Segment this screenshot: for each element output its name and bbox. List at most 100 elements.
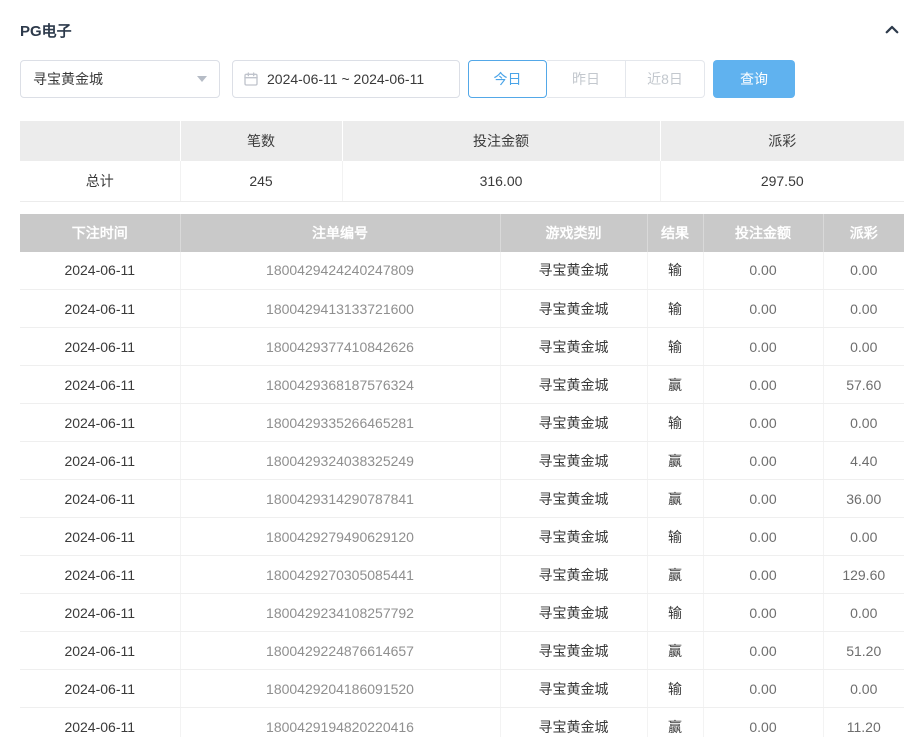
bet-ticket-cell: 1800429324038325249 xyxy=(180,442,500,480)
table-row: 2024-06-11 1800429335266465281 寻宝黄金城 输 0… xyxy=(20,404,904,442)
bet-result-cell: 输 xyxy=(647,404,703,442)
bet-amount-cell: 0.00 xyxy=(703,594,823,632)
bet-result-cell: 输 xyxy=(647,518,703,556)
page-title: PG电子 xyxy=(20,20,72,41)
bet-game-cell: 寻宝黄金城 xyxy=(500,708,647,737)
bet-date-cell: 2024-06-11 xyxy=(20,252,180,290)
bet-amount-cell: 0.00 xyxy=(703,556,823,594)
bet-result-cell: 赢 xyxy=(647,480,703,518)
bet-ticket-cell: 1800429424240247809 xyxy=(180,252,500,290)
range-button-today[interactable]: 今日 xyxy=(468,60,547,98)
bet-amount-cell: 0.00 xyxy=(703,708,823,737)
chevron-up-icon xyxy=(883,21,901,39)
bet-date-cell: 2024-06-11 xyxy=(20,442,180,480)
table-row: 2024-06-11 1800429413133721600 寻宝黄金城 输 0… xyxy=(20,290,904,328)
bet-date-cell: 2024-06-11 xyxy=(20,518,180,556)
bet-payout-cell: 0.00 xyxy=(823,328,904,366)
bet-payout-cell: 0.00 xyxy=(823,670,904,708)
summary-total-payout: 297.50 xyxy=(660,161,904,201)
bet-payout-cell: 129.60 xyxy=(823,556,904,594)
bet-payout-cell: 51.20 xyxy=(823,632,904,670)
quick-range-group: 今日 昨日 近8日 xyxy=(468,60,705,98)
bet-payout-cell: 0.00 xyxy=(823,594,904,632)
range-button-yesterday[interactable]: 昨日 xyxy=(547,60,626,98)
bet-result-cell: 赢 xyxy=(647,632,703,670)
bet-date-cell: 2024-06-11 xyxy=(20,328,180,366)
bet-game-cell: 寻宝黄金城 xyxy=(500,252,647,290)
summary-header-row: 笔数 投注金额 派彩 xyxy=(20,121,904,161)
bet-ticket-cell: 1800429413133721600 xyxy=(180,290,500,328)
bet-payout-cell: 0.00 xyxy=(823,518,904,556)
panel-header: PG电子 xyxy=(20,18,904,42)
bet-game-cell: 寻宝黄金城 xyxy=(500,290,647,328)
bet-header-bet-amount: 投注金额 xyxy=(703,214,823,252)
bet-result-cell: 输 xyxy=(647,252,703,290)
bet-payout-cell: 36.00 xyxy=(823,480,904,518)
table-row: 2024-06-11 1800429224876614657 寻宝黄金城 赢 0… xyxy=(20,632,904,670)
bet-date-cell: 2024-06-11 xyxy=(20,594,180,632)
bet-header-payout: 派彩 xyxy=(823,214,904,252)
bet-result-cell: 赢 xyxy=(647,708,703,737)
summary-header-empty xyxy=(20,121,180,161)
bet-result-cell: 输 xyxy=(647,594,703,632)
bet-amount-cell: 0.00 xyxy=(703,480,823,518)
summary-header-payout: 派彩 xyxy=(660,121,904,161)
bet-date-cell: 2024-06-11 xyxy=(20,708,180,737)
bet-amount-cell: 0.00 xyxy=(703,518,823,556)
bet-ticket-cell: 1800429368187576324 xyxy=(180,366,500,404)
bet-payout-cell: 0.00 xyxy=(823,404,904,442)
bet-payout-cell: 4.40 xyxy=(823,442,904,480)
bet-header-ticket: 注单编号 xyxy=(180,214,500,252)
range-button-last8days[interactable]: 近8日 xyxy=(626,60,705,98)
bet-game-cell: 寻宝黄金城 xyxy=(500,670,647,708)
bet-result-cell: 输 xyxy=(647,290,703,328)
bet-ticket-cell: 1800429314290787841 xyxy=(180,480,500,518)
bet-date-cell: 2024-06-11 xyxy=(20,290,180,328)
bet-header-time: 下注时间 xyxy=(20,214,180,252)
bet-game-cell: 寻宝黄金城 xyxy=(500,518,647,556)
bet-date-cell: 2024-06-11 xyxy=(20,404,180,442)
summary-table: 笔数 投注金额 派彩 总计 245 316.00 297.50 xyxy=(20,121,904,202)
bet-payout-cell: 0.00 xyxy=(823,290,904,328)
bet-amount-cell: 0.00 xyxy=(703,670,823,708)
bet-payout-cell: 11.20 xyxy=(823,708,904,737)
bet-ticket-cell: 1800429234108257792 xyxy=(180,594,500,632)
table-row: 2024-06-11 1800429194820220416 寻宝黄金城 赢 0… xyxy=(20,708,904,737)
bet-date-cell: 2024-06-11 xyxy=(20,366,180,404)
bet-game-cell: 寻宝黄金城 xyxy=(500,556,647,594)
bet-header-row: 下注时间 注单编号 游戏类别 结果 投注金额 派彩 xyxy=(20,214,904,252)
bet-table-body: 2024-06-11 1800429424240247809 寻宝黄金城 输 0… xyxy=(20,252,904,737)
summary-total-label: 总计 xyxy=(20,161,180,201)
table-row: 2024-06-11 1800429204186091520 寻宝黄金城 输 0… xyxy=(20,670,904,708)
summary-header-bet-amount: 投注金额 xyxy=(342,121,660,161)
bet-result-cell: 赢 xyxy=(647,366,703,404)
bet-amount-cell: 0.00 xyxy=(703,328,823,366)
summary-header-count: 笔数 xyxy=(180,121,342,161)
date-range-value: 2024-06-11 ~ 2024-06-11 xyxy=(267,71,424,87)
bet-ticket-cell: 1800429335266465281 xyxy=(180,404,500,442)
bet-game-cell: 寻宝黄金城 xyxy=(500,442,647,480)
bet-payout-cell: 57.60 xyxy=(823,366,904,404)
bet-amount-cell: 0.00 xyxy=(703,366,823,404)
bet-ticket-cell: 1800429194820220416 xyxy=(180,708,500,737)
table-row: 2024-06-11 1800429368187576324 寻宝黄金城 赢 0… xyxy=(20,366,904,404)
bet-date-cell: 2024-06-11 xyxy=(20,480,180,518)
search-button[interactable]: 查询 xyxy=(713,60,795,98)
bet-ticket-cell: 1800429204186091520 xyxy=(180,670,500,708)
table-row: 2024-06-11 1800429314290787841 寻宝黄金城 赢 0… xyxy=(20,480,904,518)
bet-amount-cell: 0.00 xyxy=(703,252,823,290)
game-select[interactable]: 寻宝黄金城 xyxy=(20,60,220,98)
summary-total-count: 245 xyxy=(180,161,342,201)
bet-amount-cell: 0.00 xyxy=(703,442,823,480)
bet-ticket-cell: 1800429224876614657 xyxy=(180,632,500,670)
date-range-input[interactable]: 2024-06-11 ~ 2024-06-11 xyxy=(232,60,460,98)
bet-ticket-cell: 1800429270305085441 xyxy=(180,556,500,594)
bet-result-cell: 输 xyxy=(647,328,703,366)
bet-header-game: 游戏类别 xyxy=(500,214,647,252)
bet-date-cell: 2024-06-11 xyxy=(20,670,180,708)
bet-amount-cell: 0.00 xyxy=(703,290,823,328)
collapse-button[interactable] xyxy=(880,18,904,42)
bet-amount-cell: 0.00 xyxy=(703,632,823,670)
table-row: 2024-06-11 1800429279490629120 寻宝黄金城 输 0… xyxy=(20,518,904,556)
bet-result-cell: 赢 xyxy=(647,442,703,480)
